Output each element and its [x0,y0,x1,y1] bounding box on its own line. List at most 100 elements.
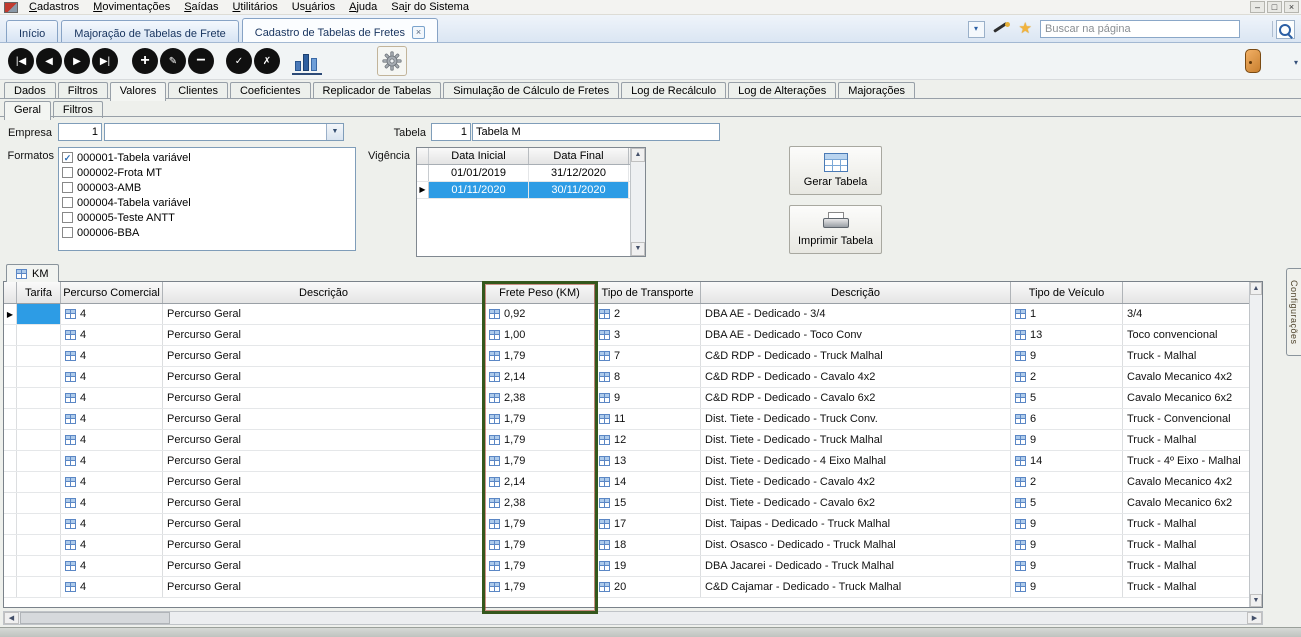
cell-descricao[interactable]: Percurso Geral [163,451,485,471]
cell-descricao[interactable]: Percurso Geral [163,493,485,513]
cell-data-inicial[interactable]: 01/01/2019 [429,165,529,181]
tab-configuracoes[interactable]: Configurações [1286,268,1301,356]
cell-percurso-comercial[interactable]: 4 [61,367,163,387]
scrollbar-track[interactable] [170,612,1247,624]
cell-percurso-comercial[interactable]: 4 [61,430,163,450]
cell-tarifa[interactable] [17,325,61,345]
cell-tipo-de-veiculo[interactable]: 13 [1011,325,1123,345]
table-row[interactable]: 4 Percurso Geral 1,79 19 DBA Jacarei - D… [4,556,1262,577]
cell-veiculo-descricao[interactable]: Truck - Malhal [1123,430,1262,450]
tab-close-icon[interactable]: × [412,26,425,39]
cell-tarifa[interactable] [17,409,61,429]
cell-frete-peso-km[interactable]: 1,79 [485,346,595,366]
cell-tarifa[interactable] [17,430,61,450]
cell-percurso-comercial[interactable]: 4 [61,556,163,576]
subtab-geral[interactable]: Geral [4,101,51,120]
cell-veiculo-descricao[interactable]: Cavalo Mecanico 6x2 [1123,493,1262,513]
cell-percurso-comercial[interactable]: 4 [61,409,163,429]
first-record-button[interactable]: |◀ [8,48,34,74]
cell-veiculo-descricao[interactable]: Cavalo Mecanico 4x2 [1123,367,1262,387]
tabela-nome-field[interactable] [472,123,720,141]
table-row[interactable]: 4 Percurso Geral 1,79 7 C&D RDP - Dedica… [4,346,1262,367]
cell-tipo-de-transporte[interactable]: 18 [595,535,701,555]
cell-percurso-comercial[interactable]: 4 [61,493,163,513]
cell-percurso-comercial[interactable]: 4 [61,304,163,324]
cell-frete-peso-km[interactable]: 1,79 [485,430,595,450]
toolbar-chevron-down-icon[interactable]: ▾ [1294,58,1298,67]
cancel-button[interactable]: ✗ [254,48,280,74]
cell-veiculo-descricao[interactable]: Truck - Malhal [1123,514,1262,534]
cell-data-inicial[interactable]: 01/11/2020 [429,182,529,198]
cell-frete-peso-km[interactable]: 1,79 [485,409,595,429]
checkbox[interactable]: ✓ [62,152,73,163]
checkbox[interactable] [62,167,73,178]
column-header-descricao-transporte[interactable]: Descrição [701,282,1011,303]
cell-veiculo-descricao[interactable]: Cavalo Mecanico 4x2 [1123,472,1262,492]
cell-tipo-de-transporte[interactable]: 8 [595,367,701,387]
tab-cadastro-de-tabelas-de-fretes[interactable]: Cadastro de Tabelas de Fretes × [242,18,438,42]
tab-clientes[interactable]: Clientes [168,82,228,99]
cell-tipo-de-transporte[interactable]: 12 [595,430,701,450]
cell-tipo-de-veiculo[interactable]: 9 [1011,556,1123,576]
formato-item[interactable]: 000004-Tabela variável [62,195,352,210]
checkbox[interactable] [62,212,73,223]
cell-tarifa[interactable] [17,556,61,576]
cell-tarifa[interactable] [17,577,61,597]
add-record-button[interactable]: + [132,48,158,74]
column-header-tarifa[interactable]: Tarifa [17,282,61,303]
cell-percurso-comercial[interactable]: 4 [61,325,163,345]
cell-descricao-transporte[interactable]: C&D Cajamar - Dedicado - Truck Malhal [701,577,1011,597]
cell-tipo-de-veiculo[interactable]: 5 [1011,493,1123,513]
checkbox[interactable] [62,227,73,238]
cell-descricao-transporte[interactable]: Dist. Tiete - Dedicado - Cavalo 4x2 [701,472,1011,492]
cell-percurso-comercial[interactable]: 4 [61,388,163,408]
empresa-field[interactable] [58,123,102,141]
tab-dados[interactable]: Dados [4,82,56,99]
cell-tipo-de-transporte[interactable]: 2 [595,304,701,324]
cell-veiculo-descricao[interactable]: 3/4 [1123,304,1262,324]
menu-item-sair-do-sistema[interactable]: Sair do Sistema [384,0,476,14]
vigencia-row[interactable]: ▶ 01/11/2020 30/11/2020 [417,182,645,199]
cell-tarifa[interactable] [17,535,61,555]
cell-tipo-de-veiculo[interactable]: 1 [1011,304,1123,324]
cell-descricao[interactable]: Percurso Geral [163,409,485,429]
column-header-data-inicial[interactable]: Data Inicial [429,148,529,164]
cell-descricao[interactable]: Percurso Geral [163,577,485,597]
cell-descricao-transporte[interactable]: C&D RDP - Dedicado - Truck Malhal [701,346,1011,366]
cell-veiculo-descricao[interactable]: Cavalo Mecanico 6x2 [1123,388,1262,408]
cell-tipo-de-transporte[interactable]: 3 [595,325,701,345]
column-header-veiculo-descricao[interactable] [1123,282,1262,303]
cell-descricao-transporte[interactable]: Dist. Tiete - Dedicado - 4 Eixo Malhal [701,451,1011,471]
cell-tipo-de-veiculo[interactable]: 9 [1011,346,1123,366]
column-header-percurso-comercial[interactable]: Percurso Comercial [61,282,163,303]
cell-descricao-transporte[interactable]: Dist. Tiete - Dedicado - Cavalo 6x2 [701,493,1011,513]
close-button[interactable]: × [1284,1,1299,13]
cell-veiculo-descricao[interactable]: Truck - Malhal [1123,346,1262,366]
tab-filtros[interactable]: Filtros [58,82,108,99]
gerar-tabela-button[interactable]: Gerar Tabela [789,146,882,195]
cell-tipo-de-veiculo[interactable]: 5 [1011,388,1123,408]
cell-veiculo-descricao[interactable]: Truck - 4º Eixo - Malhal [1123,451,1262,471]
cell-descricao[interactable]: Percurso Geral [163,535,485,555]
table-row[interactable]: 4 Percurso Geral 1,79 20 C&D Cajamar - D… [4,577,1262,598]
cell-data-final[interactable]: 31/12/2020 [529,165,629,181]
cell-descricao[interactable]: Percurso Geral [163,556,485,576]
tab-replicador-de-tabelas[interactable]: Replicador de Tabelas [313,82,442,99]
cell-descricao-transporte[interactable]: DBA Jacarei - Dedicado - Truck Malhal [701,556,1011,576]
cell-tipo-de-transporte[interactable]: 17 [595,514,701,534]
tab-majoracao-de-tabelas-de-frete[interactable]: Majoração de Tabelas de Frete [61,20,238,42]
delete-record-button[interactable]: − [188,48,214,74]
cell-tarifa[interactable] [17,493,61,513]
checkbox[interactable] [62,197,73,208]
cell-descricao-transporte[interactable]: DBA AE - Dedicado - 3/4 [701,304,1011,324]
table-row[interactable]: 4 Percurso Geral 1,79 18 Dist. Osasco - … [4,535,1262,556]
vigencia-scrollbar[interactable]: ▲ ▼ [630,148,645,256]
scroll-down-icon[interactable]: ▼ [631,242,645,256]
cell-descricao-transporte[interactable]: Dist. Taipas - Dedicado - Truck Malhal [701,514,1011,534]
menu-item-ajuda[interactable]: Ajuda [342,0,384,14]
cell-frete-peso-km[interactable]: 1,79 [485,514,595,534]
cell-tipo-de-veiculo[interactable]: 9 [1011,535,1123,555]
table-row[interactable]: 4 Percurso Geral 2,14 8 C&D RDP - Dedica… [4,367,1262,388]
formatos-listbox[interactable]: ✓ 000001-Tabela variável 000002-Frota MT… [58,147,356,251]
scrollbar-thumb[interactable] [20,612,170,624]
